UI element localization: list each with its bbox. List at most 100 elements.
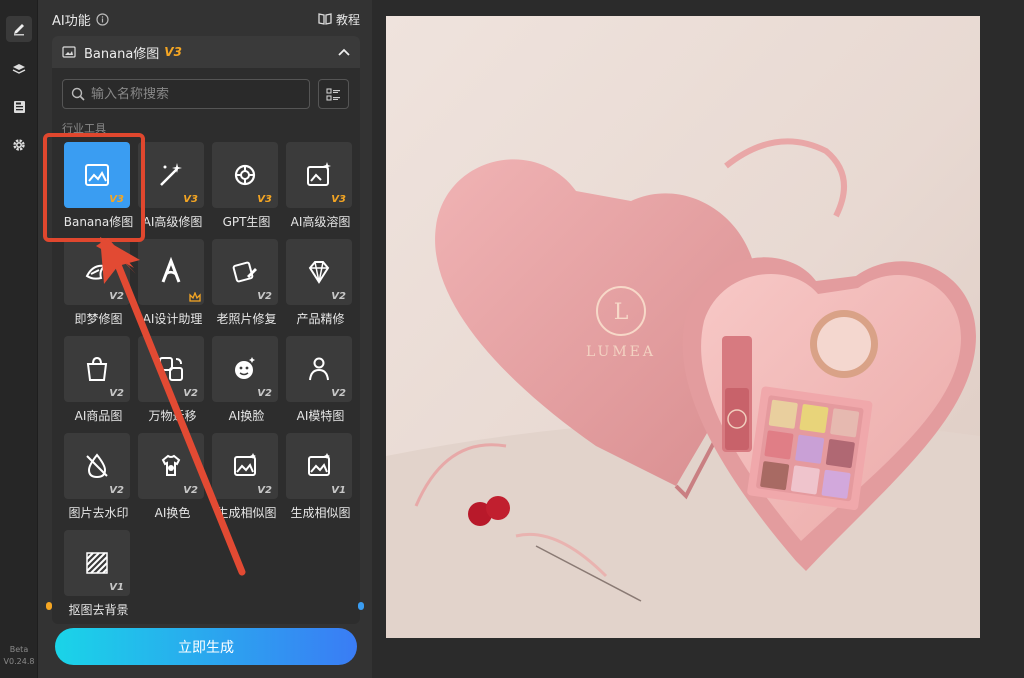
recolor-icon: [161, 454, 181, 476]
version-badge: V2: [257, 291, 272, 302]
section-label: 行业工具: [62, 122, 106, 135]
tool-tile[interactable]: V2: [212, 336, 278, 402]
tool-tile[interactable]: V1: [64, 530, 130, 596]
search-input[interactable]: [91, 86, 291, 102]
version-badge: V3: [331, 194, 346, 205]
feature-name: Banana修图: [84, 46, 160, 62]
tool-item[interactable]: V3 Banana修图: [62, 142, 135, 238]
tool-item[interactable]: V2 AI商品图: [62, 336, 135, 432]
info-icon[interactable]: [96, 12, 109, 26]
version-badge: V2: [109, 485, 124, 496]
tool-item[interactable]: V2 即梦修图: [62, 239, 135, 335]
openai-icon: [234, 164, 256, 186]
tool-tile[interactable]: V3: [64, 142, 130, 208]
tool-tile[interactable]: V1: [286, 433, 352, 499]
pen-edit-icon[interactable]: [6, 16, 32, 42]
tutorial-link[interactable]: 教程: [318, 11, 360, 28]
tool-label: AI高级修图: [142, 215, 203, 229]
tool-tile[interactable]: V2: [138, 433, 204, 499]
tool-item[interactable]: AI设计助理: [136, 239, 209, 335]
tool-label: 即梦修图: [74, 312, 123, 326]
tool-label: AI换脸: [228, 409, 265, 423]
feature-version: V3: [164, 45, 182, 59]
version-badge: V2: [183, 388, 198, 399]
tool-tile[interactable]: V2: [212, 239, 278, 305]
version-badge: V1: [331, 485, 346, 496]
tool-tile[interactable]: V2: [64, 336, 130, 402]
feature-dropdown[interactable]: Banana修图 V3: [52, 36, 360, 68]
crown-icon: [189, 292, 201, 302]
tool-item[interactable]: V1 生成相似图: [284, 433, 357, 529]
tool-item[interactable]: V2 AI换色: [136, 433, 209, 529]
version-badge: V3: [257, 194, 272, 205]
watermark-remove-icon: [86, 453, 108, 479]
version-badge: V3: [109, 194, 124, 205]
tool-item[interactable]: V3 GPT生图: [210, 142, 283, 238]
tool-tile[interactable]: V2: [212, 433, 278, 499]
version-badge: V2: [257, 388, 272, 399]
panel-title: AI功能: [52, 13, 91, 29]
search-box[interactable]: [62, 79, 310, 109]
save-icon[interactable]: [6, 94, 32, 120]
scroll-hint-left: [46, 602, 52, 610]
tool-item[interactable]: V2 产品精修: [284, 239, 357, 335]
tool-tile[interactable]: V3: [138, 142, 204, 208]
migrate-icon: [159, 357, 183, 381]
tool-label: 抠图去背景: [68, 603, 129, 617]
tool-item[interactable]: V2 AI换脸: [210, 336, 283, 432]
face-swap-icon: [235, 357, 255, 379]
tutorial-label: 教程: [335, 12, 360, 27]
tool-label: AI设计助理: [142, 312, 203, 326]
photo-repair-icon: [232, 261, 257, 283]
book-icon: [318, 13, 332, 25]
version-badge: V2: [109, 388, 124, 399]
app-window: Beta V0.24.8 AI功能 教程 Banana修图 V3 输入名称搜索 …: [0, 0, 1024, 678]
tool-label: AI商品图: [74, 409, 123, 423]
tool-label: 图片去水印: [68, 506, 129, 520]
version-label: V0.24.8: [3, 657, 35, 666]
product-photo[interactable]: L LUMEA: [386, 16, 980, 638]
tool-tile[interactable]: V3: [212, 142, 278, 208]
tool-label: Banana修图: [63, 215, 134, 229]
tool-item[interactable]: V2 图片去水印: [62, 433, 135, 529]
similar-image-icon: [234, 453, 256, 476]
tool-tile[interactable]: V2: [286, 336, 352, 402]
magic-wand-icon: [160, 163, 182, 186]
tool-tile[interactable]: V2: [138, 336, 204, 402]
tool-label: AI换色: [154, 506, 191, 520]
tool-item[interactable]: V2 AI模特图: [284, 336, 357, 432]
tool-tile[interactable]: [138, 239, 204, 305]
tool-label: GPT生图: [222, 215, 271, 229]
brand-name: LUMEA: [586, 344, 656, 360]
tool-item[interactable]: V3 AI高级修图: [136, 142, 209, 238]
tool-item[interactable]: V2 万物迁移: [136, 336, 209, 432]
canvas-area: L LUMEA: [372, 0, 1024, 678]
tool-tile[interactable]: V3: [286, 142, 352, 208]
image-edit-icon: [62, 46, 76, 58]
panel-header: AI功能 教程: [52, 10, 360, 29]
shopping-bag-icon: [86, 356, 108, 381]
chevron-up-icon[interactable]: [338, 48, 350, 56]
version-badge: V2: [331, 388, 346, 399]
scroll-hint-right: [358, 602, 364, 610]
tool-item[interactable]: V3 AI高级溶图: [284, 142, 357, 238]
version-badge: V2: [257, 485, 272, 496]
layers-icon[interactable]: [6, 56, 32, 82]
tool-item[interactable]: V2 生成相似图: [210, 433, 283, 529]
tool-tile[interactable]: V2: [64, 239, 130, 305]
image-sparkle-icon: [307, 162, 331, 186]
left-toolbar: Beta V0.24.8: [0, 0, 38, 678]
list-view-toggle[interactable]: [318, 79, 349, 109]
remove-bg-icon: [86, 552, 108, 574]
model-icon: [309, 357, 329, 381]
logo-letter: L: [614, 300, 629, 325]
tool-tile[interactable]: V2: [64, 433, 130, 499]
settings-icon[interactable]: [6, 132, 32, 158]
tool-item[interactable]: V1 抠图去背景: [62, 530, 135, 626]
jimeng-icon: [85, 264, 108, 280]
image-edit-icon: [85, 164, 109, 186]
tool-tile[interactable]: V2: [286, 239, 352, 305]
generate-button[interactable]: 立即生成: [55, 628, 357, 665]
tool-item[interactable]: V2 老照片修复: [210, 239, 283, 335]
ai-features-panel: AI功能 教程 Banana修图 V3 行业工具 V3Banana: [38, 0, 372, 678]
